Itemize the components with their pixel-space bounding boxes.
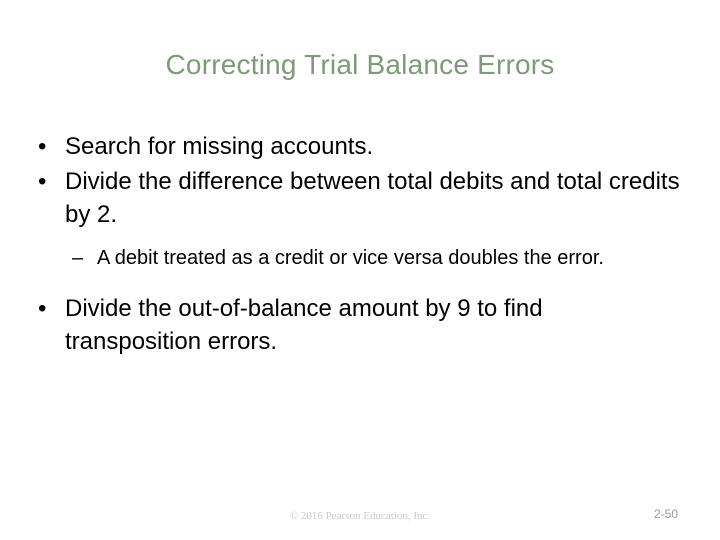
bullet-item-2: • Divide the difference between total de… [32,165,680,231]
bullet-marker-icon: • [38,168,47,195]
sub-bullet-item-1: – A debit treated as a credit or vice ve… [32,243,680,274]
bullet-text: Search for missing accounts. [65,133,374,160]
bullet-marker-icon: • [38,133,47,160]
bullet-item-3: • Divide the out-of-balance amount by 9 … [32,292,680,358]
bullet-text: Divide the difference between total debi… [65,168,680,228]
copyright-notice: © 2016 Pearson Education, Inc. [289,510,431,522]
sub-bullet-text: A debit treated as a credit or vice vers… [97,247,604,269]
slide-title: Correcting Trial Balance Errors [165,49,555,80]
bullet-item-1: • Search for missing accounts. [32,130,680,163]
bullet-text: Divide the out-of-balance amount by 9 to… [65,295,543,355]
dash-marker-icon: – [72,247,84,269]
slide-body: • Search for missing accounts. • Divide … [32,130,680,360]
slide: Correcting Trial Balance Errors • Search… [0,0,720,540]
slide-number: 2-50 [653,507,678,521]
bullet-marker-icon: • [38,295,47,322]
